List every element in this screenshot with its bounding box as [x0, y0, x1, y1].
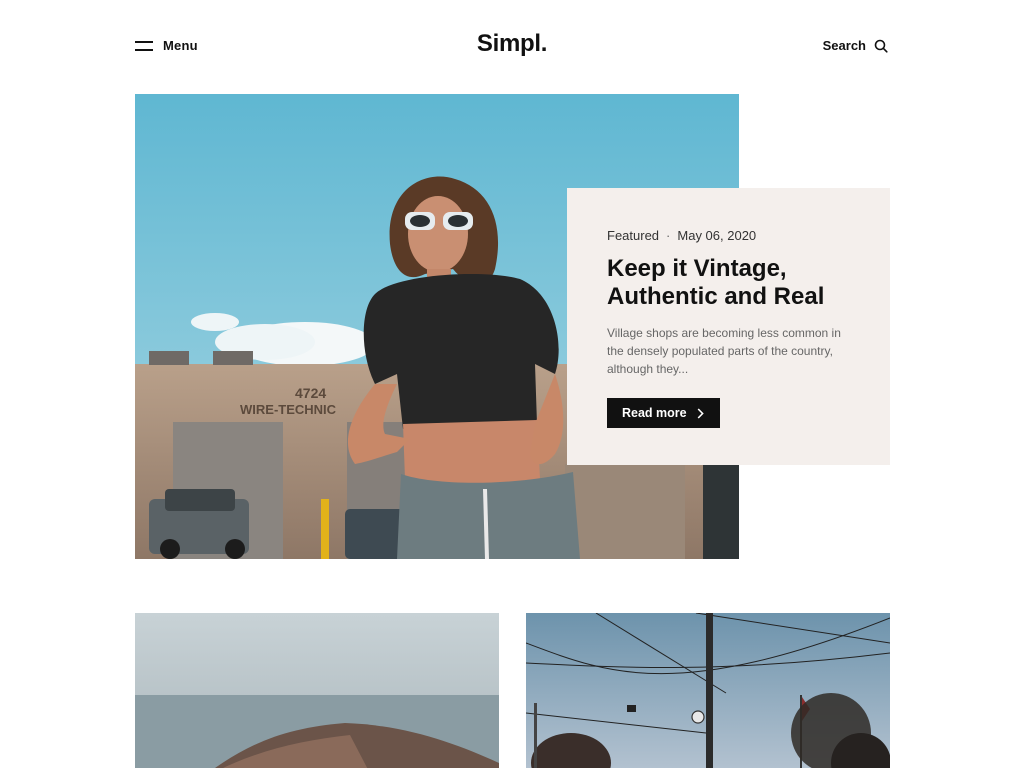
bollard	[321, 499, 329, 559]
featured-card: Featured · May 06, 2020 Keep it Vintage,…	[567, 188, 890, 465]
truck	[149, 489, 249, 559]
post-category[interactable]: Featured	[607, 228, 659, 243]
post-title[interactable]: Keep it Vintage, Authentic and Real	[607, 255, 852, 311]
search-button[interactable]: Search	[823, 38, 888, 53]
post-excerpt: Village shops are becoming less common i…	[607, 326, 841, 376]
utility-pole	[706, 613, 713, 768]
street-lamp	[534, 703, 537, 768]
read-more-label: Read more	[622, 406, 687, 420]
car	[345, 509, 405, 559]
post-thumbnail-hill[interactable]	[135, 613, 499, 768]
street-clock	[691, 710, 705, 724]
building-sign: WIRE-TECHNIC	[240, 402, 337, 417]
post-meta: Featured · May 06, 2020	[607, 228, 850, 243]
search-icon[interactable]	[874, 39, 888, 53]
post-date: May 06, 2020	[677, 228, 757, 243]
chevron-right-icon	[697, 407, 704, 419]
building-number: 4724	[295, 385, 326, 401]
post-thumbnail-street[interactable]	[526, 613, 890, 768]
meta-separator: ·	[666, 228, 671, 243]
search-label: Search	[822, 38, 866, 53]
street-sign	[627, 705, 636, 712]
site-header: Menu Simpl. Search	[0, 0, 1024, 92]
read-more-button[interactable]: Read more	[607, 398, 720, 428]
